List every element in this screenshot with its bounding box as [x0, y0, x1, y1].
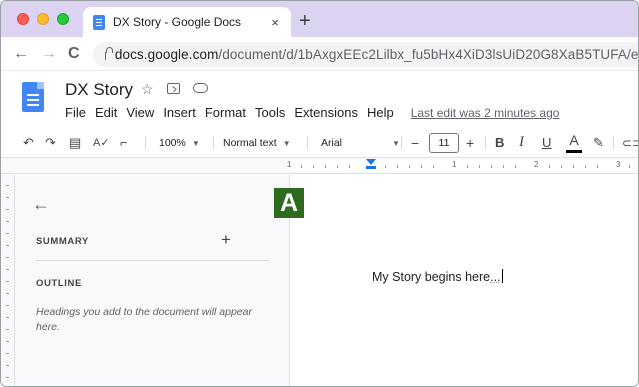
chevron-down-icon: ▼	[282, 139, 291, 148]
minimize-window-button[interactable]	[37, 13, 49, 25]
url-text: docs.google.com/document/d/1bAxgxEEc2Lil…	[114, 47, 639, 62]
menu-bar: File Edit View Insert Format Tools Exten…	[65, 105, 559, 120]
italic-button[interactable]: I	[519, 133, 524, 151]
menu-view[interactable]: View	[126, 105, 154, 120]
spellcheck-icon[interactable]: A✓	[93, 134, 110, 152]
move-folder-icon[interactable]	[167, 83, 180, 94]
outline-empty-hint: Headings you add to the document will ap…	[36, 306, 252, 333]
star-icon[interactable]: ☆	[141, 81, 154, 98]
maximize-window-button[interactable]	[57, 13, 69, 25]
toolbar-divider	[213, 136, 214, 150]
tab-title: DX Story - Google Docs	[113, 15, 242, 29]
highlight-pen-icon[interactable]: ✎	[593, 134, 604, 152]
new-tab-button[interactable]: +	[299, 11, 311, 31]
document-page[interactable]: My Story begins here...	[289, 175, 638, 386]
paragraph-style-select[interactable]: Normal text ▼	[223, 134, 291, 153]
browser-window: DX Story - Google Docs × + ← → C docs.go…	[0, 0, 639, 387]
docs-home-icon[interactable]	[22, 82, 44, 112]
increase-font-size-button[interactable]: +	[466, 134, 474, 152]
summary-heading: SUMMARY	[36, 236, 89, 247]
zoom-select[interactable]: 100% ▼	[159, 134, 200, 153]
docs-header: DX Story ☆ File Edit View Insert Format …	[1, 72, 638, 128]
browser-tab[interactable]: DX Story - Google Docs ×	[83, 7, 291, 37]
menu-format[interactable]: Format	[205, 105, 246, 120]
address-bar[interactable]: docs.google.com/document/d/1bAxgxEEc2Lil…	[93, 42, 639, 67]
toolbar-divider	[145, 136, 146, 150]
chevron-down-icon: ▼	[392, 139, 400, 148]
last-edit-link[interactable]: Last edit was 2 minutes ago	[411, 106, 560, 120]
link-icon[interactable]: ⊂⊃	[622, 134, 638, 152]
decrease-font-size-button[interactable]: −	[411, 134, 419, 152]
outline-heading: OUTLINE	[36, 278, 82, 289]
undo-icon[interactable]: ↶	[23, 134, 34, 152]
toolbar-divider	[613, 136, 614, 150]
document-outline-panel: ← SUMMARY + OUTLINE Headings you add to …	[16, 175, 274, 386]
add-summary-button[interactable]: +	[221, 230, 231, 250]
menu-help[interactable]: Help	[367, 105, 394, 120]
navigation-bar: ← → C docs.google.com/document/d/1bAxgxE…	[1, 37, 639, 71]
text-cursor	[501, 269, 504, 283]
vertical-ruler[interactable]	[1, 175, 15, 386]
menu-tools[interactable]: Tools	[255, 105, 285, 120]
close-window-button[interactable]	[17, 13, 29, 25]
menu-extensions[interactable]: Extensions	[294, 105, 358, 120]
ruler-label: 1	[287, 160, 292, 169]
document-title[interactable]: DX Story	[65, 80, 133, 100]
menu-insert[interactable]: Insert	[163, 105, 196, 120]
back-arrow-icon[interactable]: ←	[13, 44, 29, 64]
toolbar-divider	[307, 136, 308, 150]
font-size-input[interactable]: 11	[429, 133, 459, 153]
tab-close-icon[interactable]: ×	[265, 15, 285, 30]
google-docs-icon	[93, 14, 105, 30]
indent-marker[interactable]	[366, 159, 376, 165]
underline-button[interactable]: U	[542, 134, 551, 152]
toolbar-divider	[485, 136, 486, 150]
document-body-text[interactable]: My Story begins here...	[372, 269, 504, 284]
panel-divider	[36, 260, 270, 261]
tab-strip: DX Story - Google Docs × +	[1, 1, 638, 37]
print-icon[interactable]: ▤	[69, 134, 81, 152]
paint-format-icon[interactable]: ⌐	[120, 134, 128, 152]
close-outline-arrow-icon[interactable]: ←	[32, 194, 50, 215]
ruler-label: 3	[616, 160, 621, 169]
menu-edit[interactable]: Edit	[95, 105, 117, 120]
horizontal-ruler[interactable]: 1 1 2 3	[1, 158, 638, 174]
chevron-down-icon: ▼	[191, 139, 200, 148]
ruler-label: 1	[452, 160, 457, 169]
editor-workspace: ← SUMMARY + OUTLINE Headings you add to …	[1, 175, 638, 386]
font-select[interactable]: Arial ▼	[321, 134, 400, 153]
annotation-badge: A	[274, 188, 304, 218]
cloud-status-icon[interactable]	[193, 83, 208, 93]
toolbar-divider	[401, 136, 402, 150]
formatting-toolbar: ↶ ↷ ▤ A✓ ⌐ 100% ▼ Normal text ▼ Arial ▼ − 1…	[1, 128, 638, 158]
forward-arrow-icon[interactable]: →	[41, 44, 57, 64]
redo-icon[interactable]: ↷	[45, 134, 56, 152]
menu-file[interactable]: File	[65, 105, 86, 120]
ruler-label: 2	[534, 160, 539, 169]
text-color-button[interactable]: A	[566, 132, 582, 154]
first-line-indent-marker[interactable]	[366, 166, 376, 169]
bold-button[interactable]: B	[495, 134, 504, 152]
lock-icon	[105, 47, 112, 60]
reload-icon[interactable]: C	[68, 44, 80, 64]
